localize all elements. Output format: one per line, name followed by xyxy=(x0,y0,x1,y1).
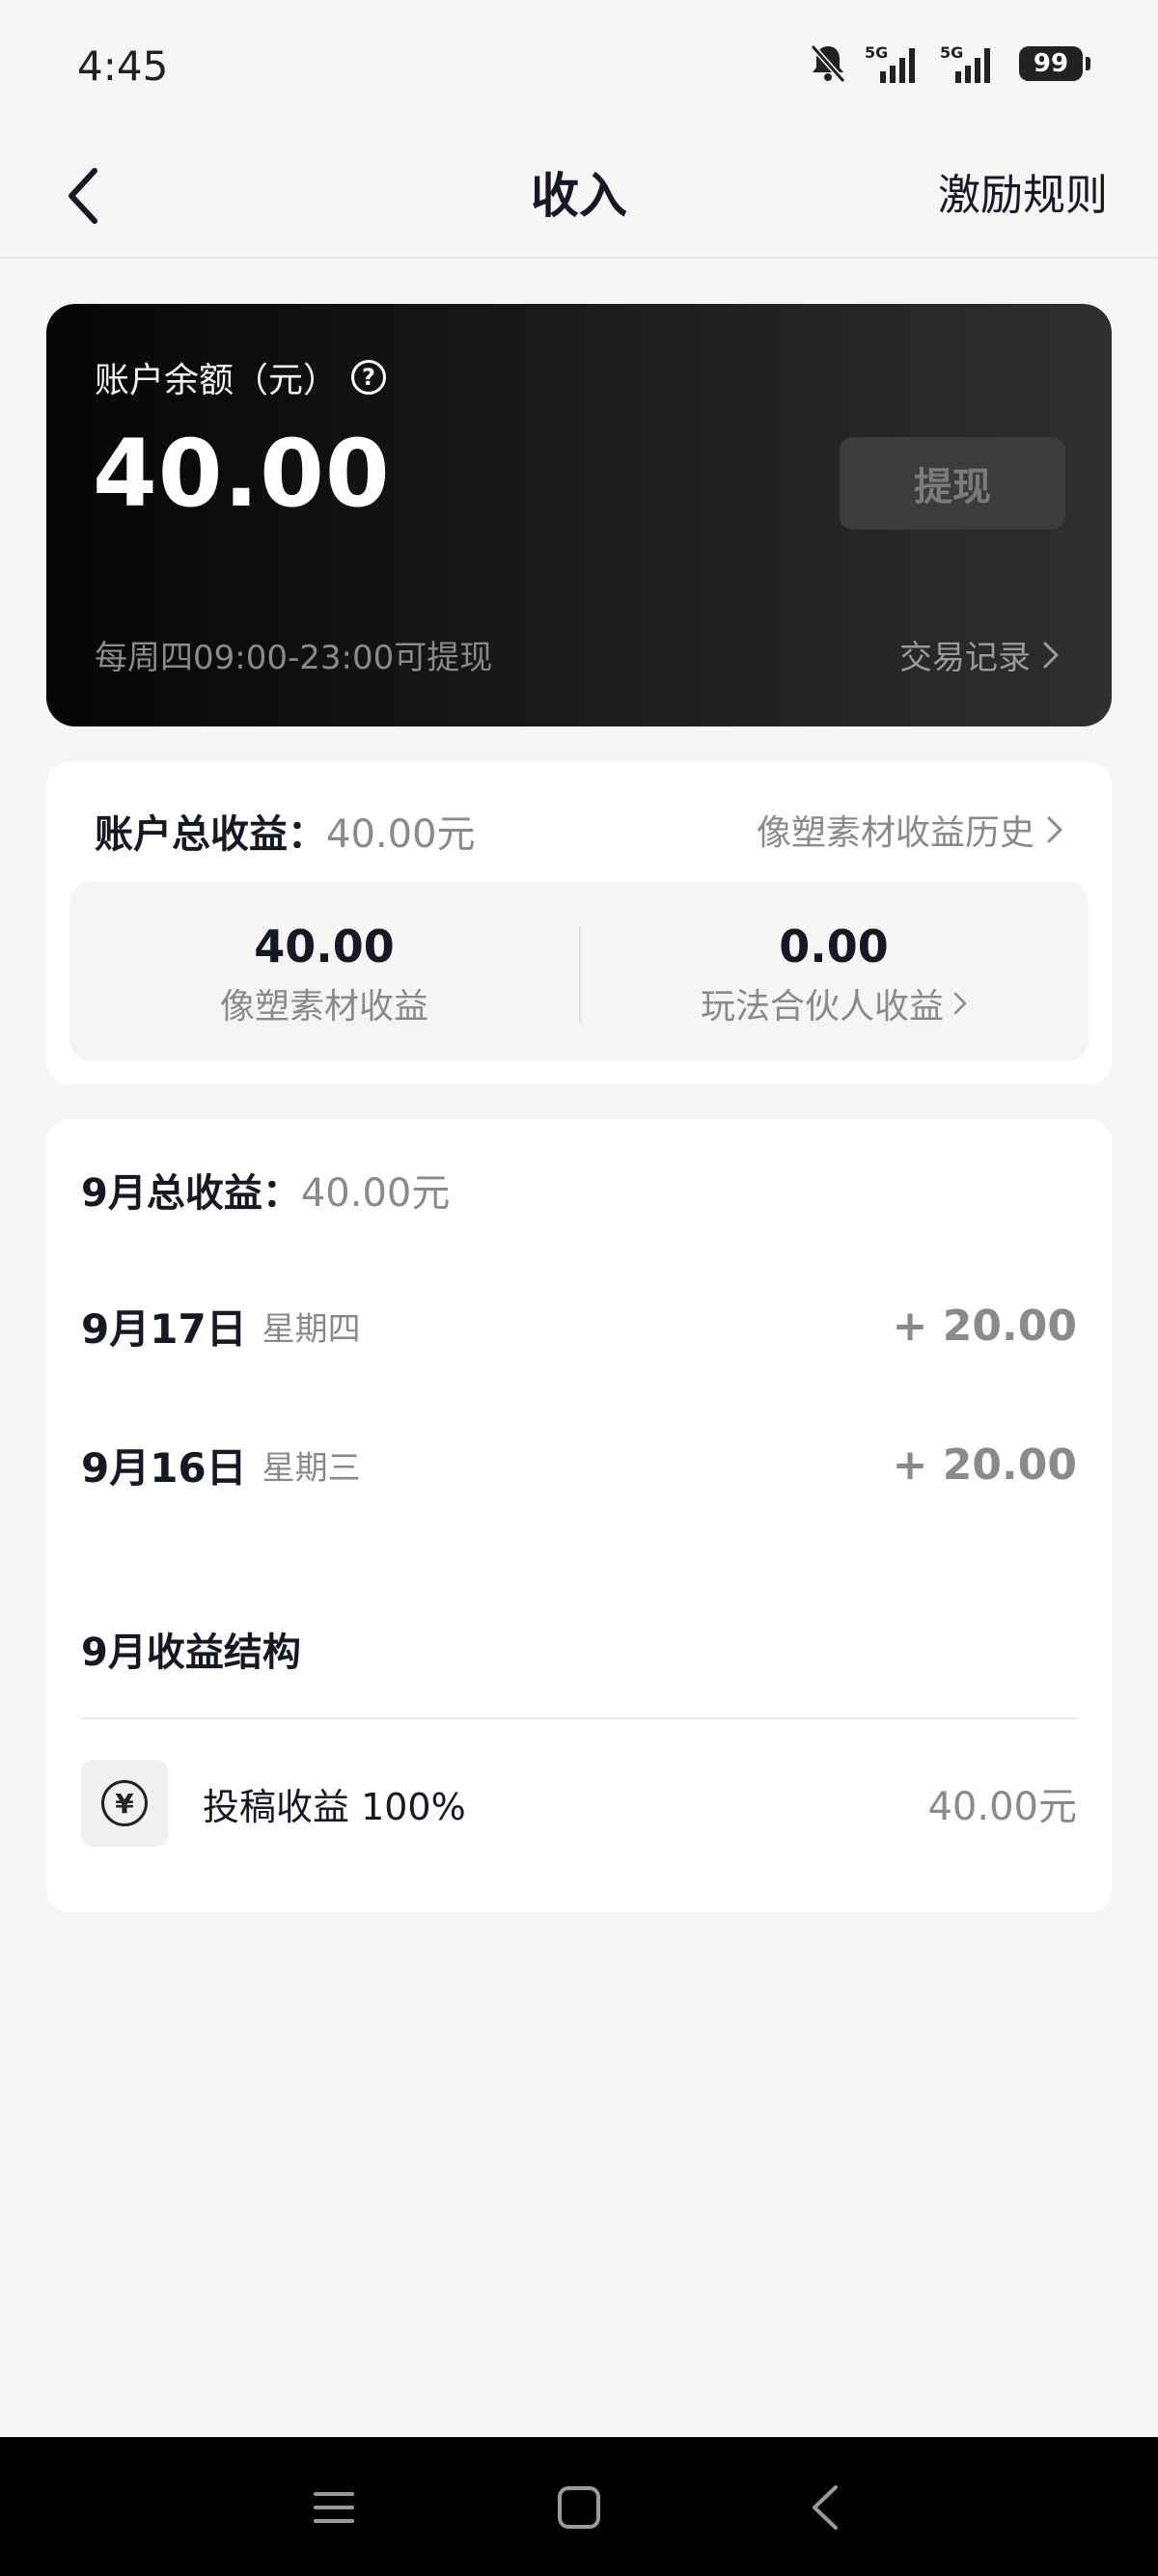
chevron-right-icon xyxy=(1047,816,1062,843)
material-earnings-label-row: 像塑素材收益 xyxy=(69,978,579,1028)
month-total-row: 9月总收益：40.00元 xyxy=(81,1162,450,1218)
structure-label: 投稿收益 100% xyxy=(203,1785,466,1828)
signal-5g-icon: 5G xyxy=(865,42,923,85)
monthly-card: 9月总收益：40.00元 9月17日 星期四 + 20.00 9月16日 星期三… xyxy=(46,1119,1112,1912)
withdraw-note: 每周四09:00-23:00可提现 xyxy=(95,639,493,677)
total-earnings-row: 账户总收益：40.00元 xyxy=(95,803,476,859)
month-total-label: 9月总收益： xyxy=(81,1171,301,1216)
balance-label: 账户余额（元） xyxy=(95,361,339,400)
day-date: 9月16日 xyxy=(81,1443,247,1492)
system-back-button[interactable] xyxy=(791,2474,859,2541)
balance-label-row: 账户余额（元） ? xyxy=(95,352,387,402)
partner-earnings-label-row: 玩法合伙人收益 xyxy=(579,978,1089,1028)
earnings-stats: 40.00 像塑素材收益 0.00 玩法合伙人收益 xyxy=(69,882,1089,1061)
total-earnings-value: 40.00元 xyxy=(326,812,476,857)
partner-earnings-stat[interactable]: 0.00 玩法合伙人收益 xyxy=(579,882,1089,1061)
total-earnings-label: 账户总收益： xyxy=(95,812,326,857)
partner-earnings-label: 玩法合伙人收益 xyxy=(700,987,944,1027)
bell-muted-icon xyxy=(809,42,847,85)
balance-amount: 40.00 xyxy=(93,420,391,528)
back-button[interactable] xyxy=(54,164,112,228)
back-icon xyxy=(813,2485,838,2530)
material-earnings-label: 像塑素材收益 xyxy=(219,987,428,1027)
structure-value: 40.00元 xyxy=(927,1785,1077,1829)
day-weekday: 星期四 xyxy=(262,1309,361,1349)
status-time: 4:45 xyxy=(77,42,169,90)
chevron-left-icon xyxy=(69,168,97,224)
help-icon[interactable]: ? xyxy=(351,360,387,395)
earnings-history-link[interactable]: 像塑素材收益历史 xyxy=(757,805,1063,855)
withdraw-button[interactable]: 提现 xyxy=(840,437,1065,530)
structure-item: ¥ 投稿收益 100% 40.00元 xyxy=(81,1760,1077,1847)
yen-icon: ¥ xyxy=(101,1780,148,1826)
month-total-value: 40.00元 xyxy=(300,1171,451,1216)
divider xyxy=(81,1717,1077,1719)
signal-5g-secondary-icon: 5G xyxy=(940,42,1002,85)
network-label-2: 5G xyxy=(940,43,963,62)
incentive-rules-link[interactable]: 激励规则 xyxy=(938,135,1108,257)
list-item[interactable]: 9月16日 星期三 + 20.00 xyxy=(81,1426,1077,1503)
status-icons: 5G 5G 99 xyxy=(809,42,1090,85)
menu-button[interactable] xyxy=(300,2474,368,2541)
material-earnings-stat: 40.00 像塑素材收益 xyxy=(69,882,579,1061)
day-weekday: 星期三 xyxy=(262,1448,361,1488)
battery-icon: 99 xyxy=(1019,46,1090,81)
balance-card: 账户余额（元） ? 40.00 提现 每周四09:00-23:00可提现 交易记… xyxy=(46,304,1112,726)
transactions-link-label: 交易记录 xyxy=(899,639,1031,677)
transactions-link[interactable]: 交易记录 xyxy=(899,631,1060,678)
day-date: 9月17日 xyxy=(81,1304,247,1353)
network-label-1: 5G xyxy=(865,43,888,62)
yen-icon-box: ¥ xyxy=(81,1760,168,1847)
home-button[interactable] xyxy=(545,2474,613,2541)
structure-title: 9月收益结构 xyxy=(81,1631,301,1675)
menu-icon xyxy=(314,2492,354,2523)
home-icon xyxy=(558,2486,600,2529)
partner-earnings-value: 0.00 xyxy=(779,920,889,973)
earnings-history-label: 像塑素材收益历史 xyxy=(756,813,1034,853)
nav-bar: 收入 激励规则 xyxy=(0,135,1158,259)
material-earnings-value: 40.00 xyxy=(254,920,395,973)
status-bar: 4:45 5G 5G 99 xyxy=(0,0,1158,135)
earnings-card: 账户总收益：40.00元 像塑素材收益历史 40.00 像塑素材收益 0.00 … xyxy=(46,762,1112,1084)
day-amount: + 20.00 xyxy=(892,1301,1077,1351)
list-item[interactable]: 9月17日 星期四 + 20.00 xyxy=(81,1287,1077,1364)
day-amount: + 20.00 xyxy=(892,1439,1077,1490)
system-nav-bar xyxy=(0,2437,1158,2576)
chevron-right-icon xyxy=(953,992,967,1015)
chevron-right-icon xyxy=(1043,642,1059,668)
